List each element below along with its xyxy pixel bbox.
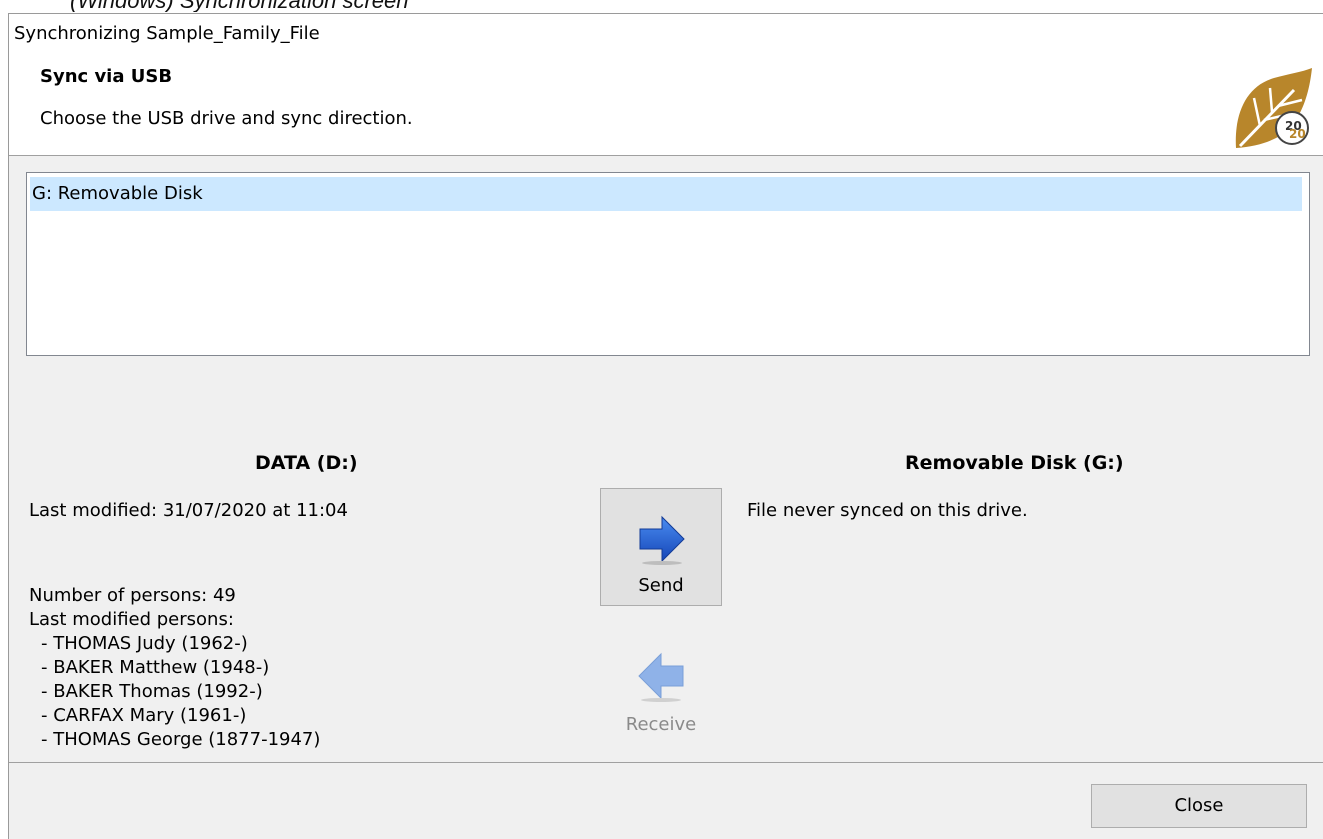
sync-dialog: Synchronizing Sample_Family_File Sync vi… [8, 13, 1323, 839]
leaf-logo-icon: 20 20 [1235, 68, 1312, 148]
page-heading: Sync via USB [40, 66, 173, 87]
figure-caption-text: (Windows) Synchronization screen [70, 0, 409, 12]
figure-caption: (Windows) Synchronization screen [0, 0, 1323, 12]
wizard-header: Sync via USB Choose the USB drive and sy… [9, 56, 1323, 156]
usb-drive-list[interactable]: G: Removable Disk [26, 172, 1310, 356]
title-bar: Synchronizing Sample_Family_File [9, 14, 1323, 56]
person-list-item: - BAKER Thomas (1992-) [41, 681, 263, 702]
source-last-modified: Last modified: 31/07/2020 at 11:04 [29, 500, 348, 521]
person-list-item: - THOMAS Judy (1962-) [41, 633, 248, 654]
logo-text-bottom: 20 [1289, 127, 1306, 141]
receive-label: Receive [625, 714, 697, 735]
target-drive-title: Removable Disk (G:) [905, 452, 1124, 474]
source-last-modified-persons-label: Last modified persons: [29, 609, 234, 630]
page-subheading: Choose the USB drive and sync direction. [40, 108, 413, 129]
receive-button[interactable]: Receive [600, 626, 722, 744]
source-drive-title: DATA (D:) [255, 452, 358, 474]
person-list-item: - BAKER Matthew (1948-) [41, 657, 270, 678]
arrow-left-icon [638, 652, 684, 702]
source-number-of-persons: Number of persons: 49 [29, 585, 236, 606]
source-persons-block: Number of persons: 49 Last modified pers… [29, 584, 320, 752]
footer-divider [9, 762, 1323, 763]
person-list-item: - CARFAX Mary (1961-) [41, 705, 247, 726]
send-button[interactable]: Send [600, 488, 722, 606]
person-list-item: - THOMAS George (1877-1947) [41, 729, 321, 750]
arrow-right-icon [639, 515, 685, 565]
target-sync-status: File never synced on this drive. [747, 500, 1028, 521]
close-button[interactable]: Close [1091, 784, 1307, 828]
send-label: Send [638, 575, 684, 596]
window-title: Synchronizing Sample_Family_File [14, 23, 320, 44]
drive-item-g[interactable]: G: Removable Disk [30, 177, 1302, 211]
